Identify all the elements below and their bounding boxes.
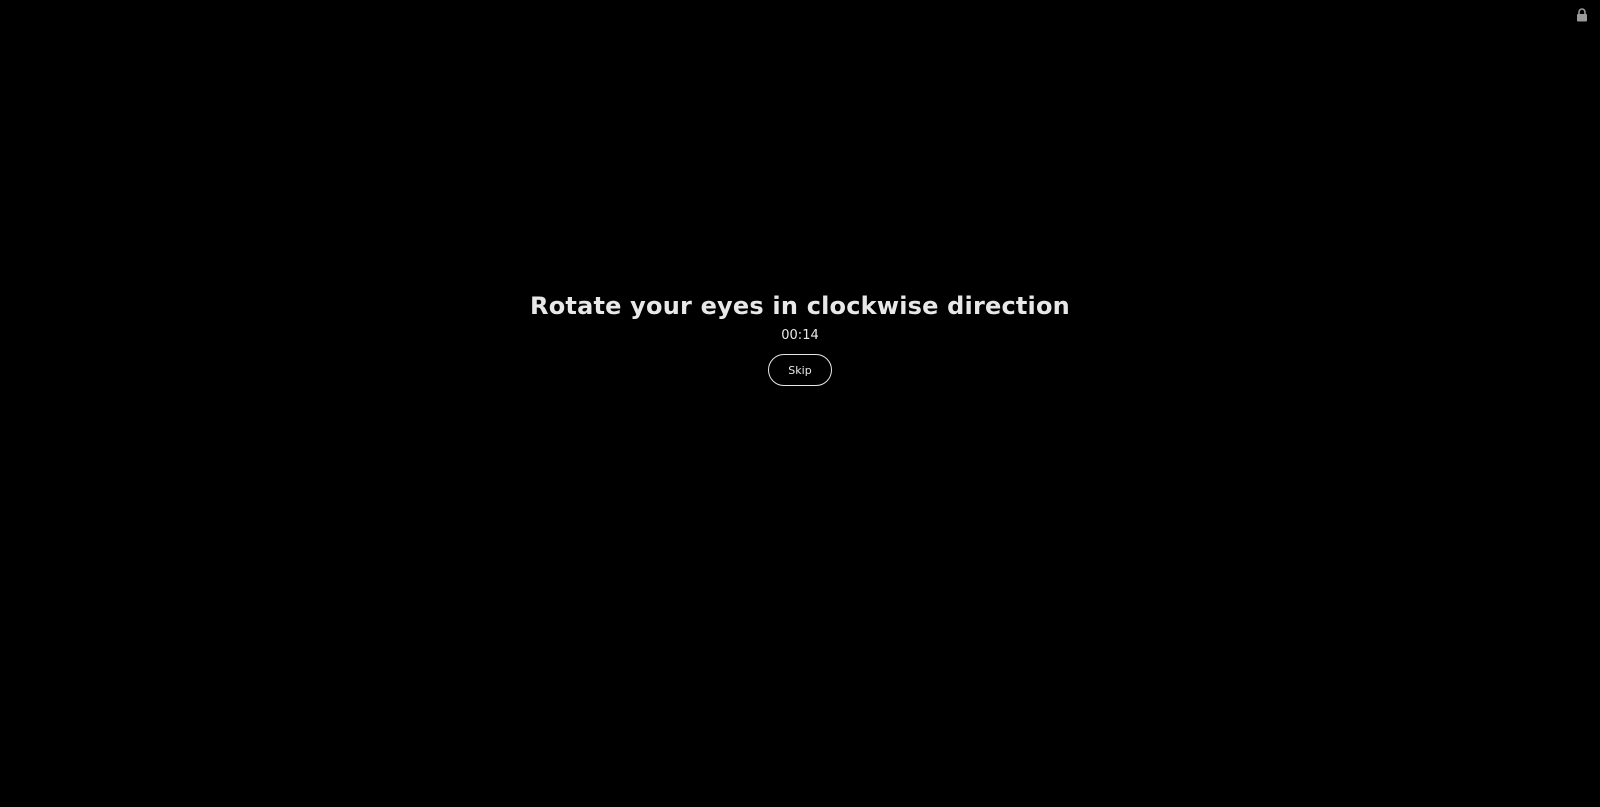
lock-icon[interactable] xyxy=(1576,7,1588,22)
exercise-title: Rotate your eyes in clockwise direction xyxy=(530,292,1070,320)
countdown-timer: 00:14 xyxy=(781,328,819,343)
skip-button[interactable]: Skip xyxy=(768,354,832,386)
exercise-panel: Rotate your eyes in clockwise direction … xyxy=(0,290,1600,386)
break-screen: Rotate your eyes in clockwise direction … xyxy=(0,0,1600,807)
